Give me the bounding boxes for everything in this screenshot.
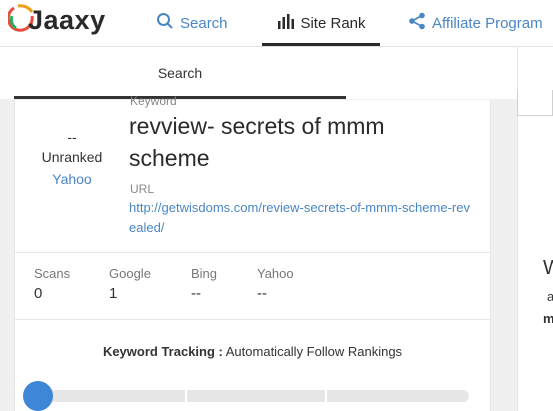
- stat-label: Bing: [191, 266, 218, 281]
- tracking-value: Automatically Follow Rankings: [225, 344, 403, 359]
- url-link[interactable]: http://getwisdoms.com/review-secrets-of-…: [129, 198, 474, 238]
- nav-search[interactable]: Search: [156, 0, 228, 46]
- stat-value: 0: [34, 285, 43, 302]
- nav-search-label: Search: [180, 14, 228, 32]
- slider-handle[interactable]: [23, 381, 53, 411]
- logo-text: Jaaxy: [28, 5, 106, 35]
- divider: [15, 319, 490, 320]
- subtab-search[interactable]: Search: [14, 47, 346, 99]
- nav-site-rank-label: Site Rank: [300, 14, 366, 32]
- right-panel-heading: W: [543, 257, 553, 279]
- share-icon: [408, 12, 426, 34]
- slider-tick: [185, 390, 187, 402]
- stat-google: Google 1: [109, 266, 151, 304]
- sub-tab-bar: Search: [0, 47, 553, 99]
- divider: [15, 252, 490, 253]
- keyword-label: Keyword: [130, 94, 177, 108]
- keyword-value: revview- secrets of mmm scheme: [129, 113, 385, 171]
- stat-value: --: [257, 285, 267, 302]
- url-label: URL: [130, 182, 155, 196]
- stat-bing: Bing --: [191, 266, 217, 304]
- right-panel-box[interactable]: [517, 90, 553, 116]
- tracking-label: Keyword Tracking :: [102, 344, 223, 359]
- site-rank-result-card: -- Unranked Yahoo Keyword revview- secre…: [14, 94, 491, 411]
- search-icon: [156, 12, 174, 34]
- nav-site-rank[interactable]: Site Rank: [262, 0, 380, 46]
- slider-tick: [325, 390, 327, 402]
- stat-label: Google: [109, 266, 151, 281]
- nav-affiliate-program[interactable]: Affiliate Program: [408, 0, 543, 46]
- right-panel-text: m: [543, 311, 553, 326]
- nav-affiliate-label: Affiliate Program: [432, 14, 543, 32]
- slider-track[interactable]: [37, 390, 469, 402]
- subtab-search-label: Search: [157, 65, 203, 81]
- top-navigation: Jaaxy Search Site Rank Affiliate Program: [0, 0, 553, 47]
- right-panel-text: a: [547, 289, 553, 304]
- rank-value: --: [67, 129, 77, 145]
- keyword-tracking: Keyword Tracking : Automatically Follow …: [15, 344, 490, 359]
- rank-engine-link[interactable]: Yahoo: [15, 170, 129, 188]
- stat-value: --: [191, 285, 201, 302]
- stat-scans: Scans 0: [34, 266, 70, 304]
- tracking-slider[interactable]: [23, 381, 469, 411]
- subtab-underline: [14, 96, 346, 99]
- stat-yahoo: Yahoo --: [257, 266, 294, 304]
- rank-status: Unranked: [41, 149, 103, 165]
- stat-label: Scans: [34, 266, 71, 281]
- stat-value: 1: [109, 285, 118, 302]
- rank-column: -- Unranked Yahoo: [15, 128, 129, 188]
- stat-label: Yahoo: [257, 266, 294, 281]
- bar-chart-icon: [276, 12, 295, 34]
- active-tab-underline: [262, 43, 380, 46]
